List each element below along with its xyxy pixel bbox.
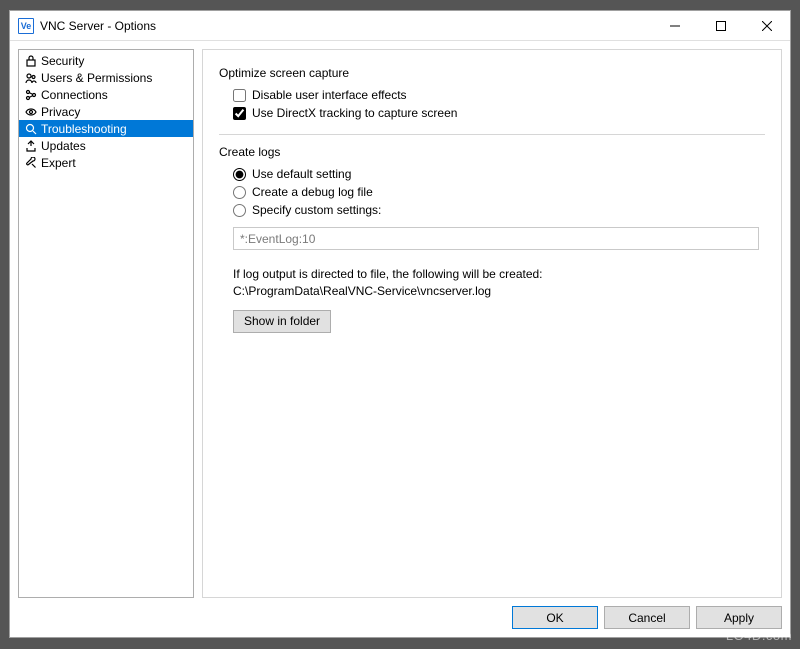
- sidebar-item-label: Security: [41, 54, 84, 68]
- ok-button[interactable]: OK: [512, 606, 598, 629]
- log-info-line1: If log output is directed to file, the f…: [233, 266, 765, 283]
- disable-effects-checkbox[interactable]: [233, 89, 246, 102]
- radio-default-label: Use default setting: [252, 167, 351, 181]
- magnifier-icon: [23, 121, 39, 137]
- radio-debug-label: Create a debug log file: [252, 185, 373, 199]
- use-directx-checkbox[interactable]: [233, 107, 246, 120]
- custom-log-input[interactable]: [233, 227, 759, 250]
- apply-button[interactable]: Apply: [696, 606, 782, 629]
- maximize-button[interactable]: [698, 11, 744, 40]
- eye-icon: [23, 104, 39, 120]
- sidebar-item-label: Updates: [41, 139, 86, 153]
- sidebar-item-label: Connections: [41, 88, 108, 102]
- use-directx-label: Use DirectX tracking to capture screen: [252, 106, 457, 120]
- window-title: VNC Server - Options: [40, 19, 156, 33]
- sidebar-item-troubleshooting[interactable]: Troubleshooting: [19, 120, 193, 137]
- window-controls: [652, 11, 790, 40]
- log-info-text: If log output is directed to file, the f…: [233, 266, 765, 300]
- content-panel: Optimize screen capture Disable user int…: [202, 49, 782, 598]
- sidebar-item-expert[interactable]: Expert: [19, 154, 193, 171]
- radio-debug[interactable]: [233, 186, 246, 199]
- sidebar-item-privacy[interactable]: Privacy: [19, 103, 193, 120]
- use-directx-checkbox-row[interactable]: Use DirectX tracking to capture screen: [233, 106, 765, 120]
- update-icon: [23, 138, 39, 154]
- radio-default[interactable]: [233, 168, 246, 181]
- sidebar: Security Users & Permissions Connections: [18, 49, 194, 598]
- separator: [219, 134, 765, 135]
- radio-debug-row[interactable]: Create a debug log file: [233, 185, 765, 199]
- log-info-line2: C:\ProgramData\RealVNC-Service\vncserver…: [233, 283, 765, 300]
- logs-group-title: Create logs: [219, 145, 765, 159]
- main-area: Security Users & Permissions Connections: [18, 49, 782, 598]
- disable-effects-label: Disable user interface effects: [252, 88, 407, 102]
- optimize-group-title: Optimize screen capture: [219, 66, 765, 80]
- sidebar-item-users[interactable]: Users & Permissions: [19, 69, 193, 86]
- connections-icon: [23, 87, 39, 103]
- titlebar: Ve VNC Server - Options: [10, 11, 790, 41]
- cancel-button[interactable]: Cancel: [604, 606, 690, 629]
- sidebar-item-updates[interactable]: Updates: [19, 137, 193, 154]
- radio-custom-label: Specify custom settings:: [252, 203, 381, 217]
- show-in-folder-button[interactable]: Show in folder: [233, 310, 331, 333]
- radio-custom-row[interactable]: Specify custom settings:: [233, 203, 765, 217]
- app-icon: Ve: [18, 18, 34, 34]
- sidebar-item-label: Expert: [41, 156, 76, 170]
- disable-effects-checkbox-row[interactable]: Disable user interface effects: [233, 88, 765, 102]
- minimize-button[interactable]: [652, 11, 698, 40]
- wrench-icon: [23, 155, 39, 171]
- users-icon: [23, 70, 39, 86]
- sidebar-item-connections[interactable]: Connections: [19, 86, 193, 103]
- sidebar-item-label: Troubleshooting: [41, 122, 127, 136]
- close-button[interactable]: [744, 11, 790, 40]
- radio-custom[interactable]: [233, 204, 246, 217]
- sidebar-item-security[interactable]: Security: [19, 52, 193, 69]
- footer: OK Cancel Apply: [18, 598, 782, 629]
- radio-default-row[interactable]: Use default setting: [233, 167, 765, 181]
- lock-icon: [23, 53, 39, 69]
- watermark: LO4D.com: [726, 628, 792, 643]
- window-body: Security Users & Permissions Connections: [10, 41, 790, 637]
- sidebar-item-label: Users & Permissions: [41, 71, 152, 85]
- options-window: Ve VNC Server - Options Security: [9, 10, 791, 638]
- sidebar-item-label: Privacy: [41, 105, 80, 119]
